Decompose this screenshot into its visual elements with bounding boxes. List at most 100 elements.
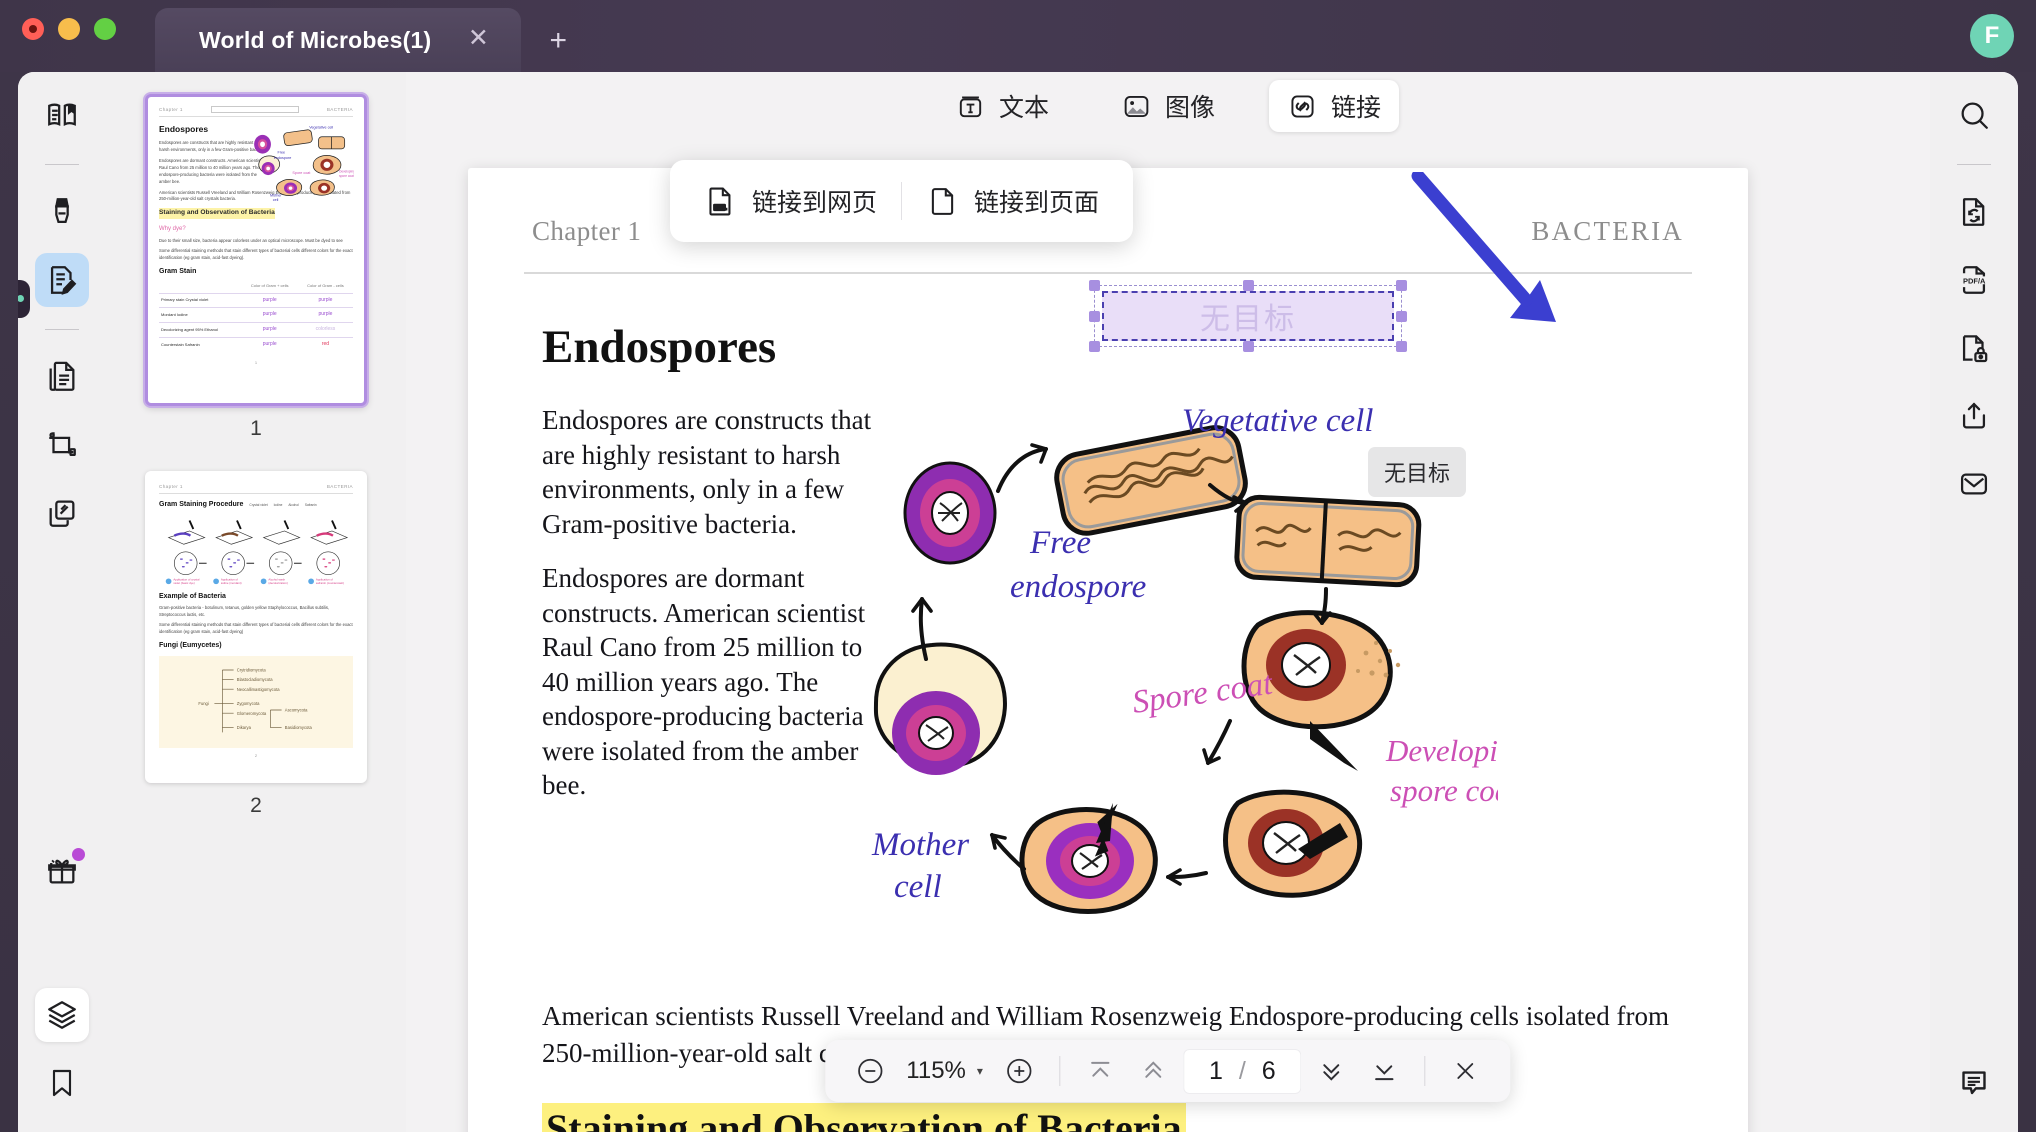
sidebar-item-layers[interactable] [35, 988, 89, 1042]
sidebar-item-pdfa[interactable]: PDF/A [1947, 253, 2001, 307]
next-page-button[interactable] [1309, 1048, 1355, 1094]
thumb1-header-box [210, 106, 299, 113]
selection-fill[interactable]: 无目标 [1102, 291, 1394, 341]
thumbnail-item-2[interactable]: Chapter 1 BACTERIA Gram Staining Procedu… [145, 471, 367, 842]
link-selection-box[interactable]: 无目标 [1089, 280, 1407, 352]
label-spore-coat: Spore coat [1130, 666, 1275, 721]
resize-handle-top-right[interactable] [1396, 280, 1407, 291]
svg-text:cell: cell [273, 198, 279, 201]
comment-bubble-icon [1957, 1066, 1991, 1100]
crop-icon [45, 428, 79, 462]
resize-handle-bottom-right[interactable] [1396, 341, 1407, 352]
page-body-column: Endospores are constructs that are highl… [542, 403, 877, 823]
bookmark-icon [46, 1067, 78, 1099]
toolbar-button-image[interactable]: 图像 [1103, 80, 1233, 132]
toolbar-button-text[interactable]: 文本 [937, 80, 1067, 132]
thumbnail-label-1: 1 [250, 417, 262, 440]
sidebar-item-highlighter[interactable] [35, 185, 89, 239]
resize-handle-top-left[interactable] [1089, 280, 1100, 291]
page-file-icon [926, 185, 959, 218]
chevron-down-icon[interactable]: ▾ [977, 1064, 983, 1078]
toolbar-button-link[interactable]: 链接 [1269, 80, 1400, 132]
sidebar-item-crop-page[interactable] [35, 418, 89, 472]
document-edit-icon [45, 263, 79, 297]
new-tab-button[interactable]: + [543, 26, 573, 56]
thumb2-legend-4: Safranin [304, 502, 317, 507]
resize-handle-middle-left[interactable] [1089, 311, 1100, 322]
menu-item-link-to-webpage[interactable]: URL 链接到网页 [680, 166, 901, 236]
zoom-level-selector[interactable]: 115% ▾ [900, 1057, 989, 1085]
maximize-window-button[interactable] [94, 18, 116, 40]
minimize-window-button[interactable] [58, 18, 80, 40]
toolbar-label-image: 图像 [1164, 94, 1215, 122]
previous-page-button[interactable] [1130, 1048, 1176, 1094]
label-developing: Developing [1385, 733, 1498, 768]
svg-text:URL: URL [714, 205, 727, 211]
sidebar-item-convert[interactable] [1947, 185, 2001, 239]
close-toolbar-button[interactable] [1443, 1048, 1489, 1094]
envelope-icon [1957, 467, 1991, 501]
sidebar-item-share[interactable] [1947, 389, 2001, 443]
thumbnail-item-1[interactable]: Chapter 1 BACTERIA Endospores Endospores… [145, 94, 367, 465]
first-page-button[interactable] [1077, 1048, 1123, 1094]
thumb2-legend-1: Crystal violet [249, 502, 268, 507]
label-vegetative-cell: Vegetative cell [1182, 403, 1373, 439]
label-free: Free [1029, 525, 1091, 561]
thumb1-highlight: Staining and Observation of Bacteria [159, 208, 275, 219]
thumb1-rule [159, 116, 353, 117]
resize-handle-top-center[interactable] [1243, 280, 1254, 291]
menu-item-link-to-page[interactable]: 链接到页面 [902, 166, 1123, 236]
resize-handle-bottom-center[interactable] [1243, 341, 1254, 352]
svg-text:iodine (mordant): iodine (mordant) [221, 581, 242, 585]
svg-text:(decolorization): (decolorization) [268, 581, 287, 585]
format-toolbar: 文本 图像 链接 [406, 80, 1930, 132]
document-viewport: 文本 图像 链接 URL 链接到网页 链接到页面 Chapter 1 BACTE… [406, 72, 1930, 1132]
svg-text:Mother: Mother [270, 194, 282, 198]
close-window-button[interactable] [22, 18, 44, 40]
sidebar-item-reader-view[interactable] [35, 88, 89, 142]
page-number-field[interactable]: 1 / 6 [1182, 1048, 1302, 1094]
sidebar-item-comments[interactable] [1947, 1056, 2001, 1110]
menu-label-link-to-webpage: 链接到网页 [752, 189, 878, 217]
sidebar-item-email[interactable] [1947, 457, 2001, 511]
total-pages-value: 6 [1261, 1056, 1276, 1085]
page-paragraph-2: Endospores are dormant constructs. Ameri… [542, 563, 866, 801]
thumb2-page-number: 2 [254, 753, 258, 759]
thumbnail-page-2-content: Chapter 1 BACTERIA Gram Staining Procedu… [148, 474, 364, 780]
row-c1: purple [241, 292, 298, 308]
sidebar-item-protect[interactable] [1947, 321, 2001, 375]
zoom-in-button[interactable] [996, 1048, 1042, 1094]
thumb1-col-head-1: Color of Gram + cells [250, 283, 289, 289]
thumb2-proc-title: Gram Staining Procedure [159, 500, 244, 508]
sidebar-item-bookmarks[interactable] [35, 1056, 89, 1110]
resize-handle-bottom-left[interactable] [1089, 341, 1100, 352]
sidebar-item-gift-offers[interactable] [35, 844, 89, 898]
thumb2-example-title: Example of Bacteria [159, 592, 226, 600]
last-page-button[interactable] [1362, 1048, 1408, 1094]
row-label: Counterstain Safranin [159, 336, 242, 352]
sidebar-item-search[interactable] [1947, 88, 2001, 142]
thumb2-example-b1: Gram-positive bacteria - botulinum, teta… [159, 605, 330, 618]
resize-handle-middle-right[interactable] [1396, 311, 1407, 322]
thumb2-rule [159, 493, 353, 494]
thumbnail-page-2[interactable]: Chapter 1 BACTERIA Gram Staining Procedu… [145, 471, 367, 783]
zoom-out-button[interactable] [847, 1048, 893, 1094]
label-endospore: endospore [1010, 569, 1146, 605]
svg-text:Free: Free [277, 151, 285, 155]
thumb1-bullet-1: Due to their small size, bacteria appear… [159, 237, 343, 243]
tab-title: World of Microbes(1) [199, 26, 432, 53]
row-c1: purple [241, 336, 298, 352]
sidebar-item-organize-pages[interactable] [35, 486, 89, 540]
thumb1-gram-title: Gram Stain [159, 267, 197, 275]
close-icon[interactable]: ✕ [465, 26, 491, 53]
avatar[interactable]: F [1970, 14, 2014, 58]
sidebar-item-edit-document[interactable] [35, 253, 89, 307]
thumbnail-page-1[interactable]: Chapter 1 BACTERIA Endospores Endospores… [145, 94, 367, 406]
tab-world-of-microbes[interactable]: World of Microbes(1) ✕ [155, 8, 522, 72]
page-subtitle: Staining and Observation of Bacteria [542, 1103, 1186, 1132]
svg-text:Dikarya: Dikarya [237, 725, 252, 730]
row-c2: colorless [297, 322, 353, 338]
sidebar-item-page-tools[interactable] [35, 350, 89, 404]
table-row: Primary stain Crystal violet purple purp… [159, 292, 353, 308]
label-spore-coat-2: spore coat [1390, 773, 1498, 808]
